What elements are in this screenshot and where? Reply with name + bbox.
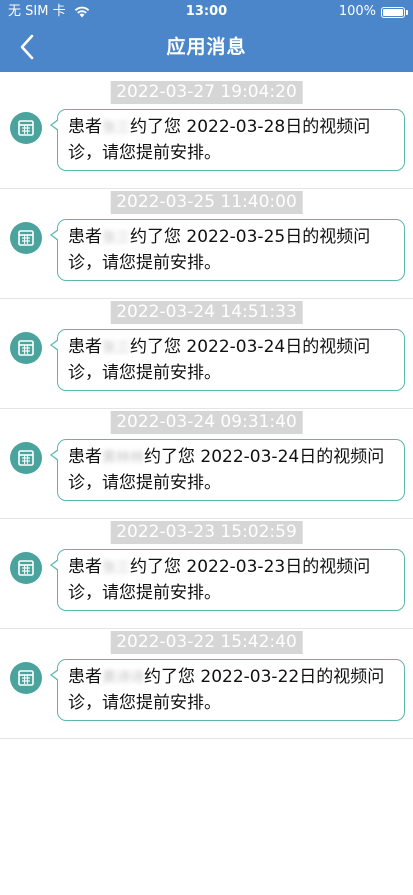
chevron-left-icon	[20, 34, 34, 60]
patient-name: 张三	[102, 230, 130, 246]
calendar-icon	[10, 662, 42, 694]
calendar-icon	[10, 442, 42, 474]
message-text: 患者张三约了您 2022-03-23日的视频问诊，请您提前安排。	[68, 555, 396, 606]
message-item[interactable]: 2022-03-23 15:02:59 患者张三约了您 2022-03-23日的视…	[0, 519, 413, 629]
message-text: 患者张三约了您 2022-03-28日的视频问诊，请您提前安排。	[68, 115, 396, 166]
patient-name: 张三	[102, 560, 130, 576]
calendar-icon	[10, 112, 42, 144]
message-prefix: 患者	[68, 447, 102, 467]
page-title: 应用消息	[166, 36, 247, 58]
message-item[interactable]: 2022-03-25 11:40:00 患者张三约了您 2022-03-25日的视…	[0, 189, 413, 299]
message-prefix: 患者	[68, 117, 102, 137]
message-bubble: 患者张三约了您 2022-03-23日的视频问诊，请您提前安排。	[50, 549, 405, 611]
calendar-icon	[10, 332, 42, 364]
message-bubble: 患者张三约了您 2022-03-28日的视频问诊，请您提前安排。	[50, 109, 405, 171]
back-button[interactable]	[10, 30, 44, 64]
patient-name: 张三	[102, 340, 130, 356]
message-timestamp: 2022-03-22 15:42:40	[110, 631, 303, 654]
patient-name: 张三	[102, 120, 130, 136]
battery-percent: 100%	[338, 4, 376, 19]
battery-icon	[381, 6, 408, 18]
message-prefix: 患者	[68, 227, 102, 247]
message-timestamp: 2022-03-23 15:02:59	[110, 521, 303, 544]
message-timestamp: 2022-03-25 11:40:00	[110, 191, 303, 214]
patient-name: 黄诗诗	[102, 670, 144, 686]
message-text: 患者黄诗诗约了您 2022-03-22日的视频问诊，请您提前安排。	[68, 665, 396, 716]
message-text: 患者黄林林约了您 2022-03-24日的视频问诊，请您提前安排。	[68, 445, 396, 496]
message-text: 患者张三约了您 2022-03-25日的视频问诊，请您提前安排。	[68, 225, 396, 276]
status-bar: 无 SIM 卡 13:00 100%	[0, 0, 413, 24]
message-timestamp: 2022-03-27 19:04:20	[110, 81, 303, 104]
message-prefix: 患者	[68, 667, 102, 687]
message-item[interactable]: 2022-03-27 19:04:20 患者张三约了您 2022-03-28日的视…	[0, 79, 413, 189]
message-bubble: 患者张三约了您 2022-03-24日的视频问诊，请您提前安排。	[50, 329, 405, 391]
nav-bar: 应用消息	[0, 24, 413, 70]
app-header: 无 SIM 卡 13:00 100% 应用消息	[0, 0, 413, 72]
message-bubble: 患者张三约了您 2022-03-25日的视频问诊，请您提前安排。	[50, 219, 405, 281]
message-item[interactable]: 2022-03-24 09:31:40 患者黄林林约了您 2022-03-24日的…	[0, 409, 413, 519]
message-bubble: 患者黄林林约了您 2022-03-24日的视频问诊，请您提前安排。	[50, 439, 405, 501]
battery-indicator: 100%	[338, 0, 408, 24]
message-timestamp: 2022-03-24 09:31:40	[110, 411, 303, 434]
message-list: 2022-03-27 19:04:20 患者张三约了您 2022-03-28日的视…	[0, 72, 413, 739]
calendar-icon	[10, 222, 42, 254]
calendar-icon	[10, 552, 42, 584]
message-text: 患者张三约了您 2022-03-24日的视频问诊，请您提前安排。	[68, 335, 396, 386]
message-prefix: 患者	[68, 337, 102, 357]
message-item[interactable]: 2022-03-22 15:42:40 患者黄诗诗约了您 2022-03-22日的…	[0, 629, 413, 739]
patient-name: 黄林林	[102, 450, 144, 466]
message-timestamp: 2022-03-24 14:51:33	[110, 301, 303, 324]
message-item[interactable]: 2022-03-24 14:51:33 患者张三约了您 2022-03-24日的视…	[0, 299, 413, 409]
message-bubble: 患者黄诗诗约了您 2022-03-22日的视频问诊，请您提前安排。	[50, 659, 405, 721]
message-prefix: 患者	[68, 557, 102, 577]
